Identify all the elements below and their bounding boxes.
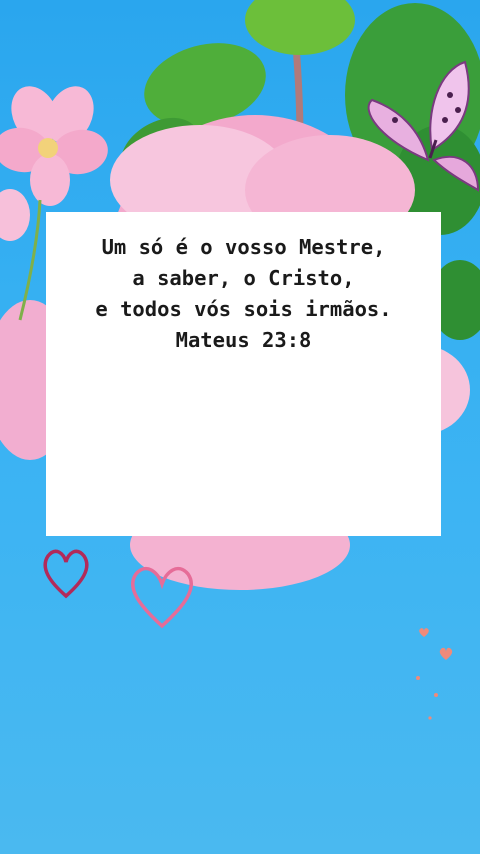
verse-line-3: e todos vós sois irmãos.: [95, 297, 392, 321]
verse-line-1: Um só é o vosso Mestre,: [101, 235, 386, 259]
small-hearts: [416, 628, 453, 720]
verse-card: Um só é o vosso Mestre, a saber, o Crist…: [46, 212, 441, 536]
verse-text: Um só é o vosso Mestre, a saber, o Crist…: [46, 232, 441, 356]
verse-line-2: a saber, o Cristo,: [132, 266, 355, 290]
verse-reference: Mateus 23:8: [175, 328, 312, 352]
